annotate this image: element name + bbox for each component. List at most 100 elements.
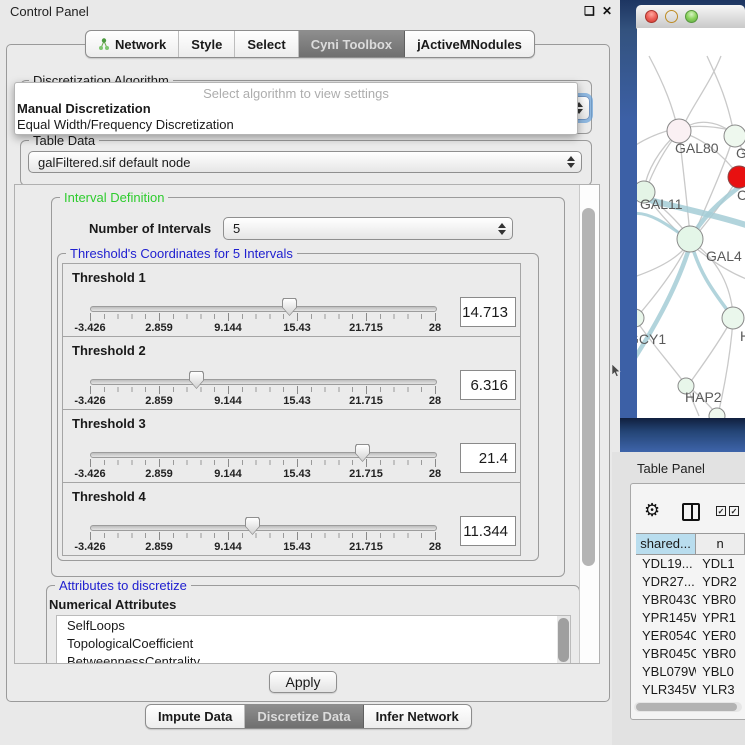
close-traffic-light-icon[interactable] — [645, 10, 658, 23]
network-icon — [98, 37, 110, 51]
close-icon[interactable]: ✕ — [602, 4, 612, 18]
top-tab-bar: Network StyleSelectCyni ToolboxjActiveMNo… — [85, 30, 535, 58]
tab-label: Network — [115, 37, 166, 52]
tab-style[interactable]: Style — [179, 31, 235, 57]
table-cell[interactable]: YER0 — [696, 627, 745, 645]
network-node[interactable] — [722, 307, 744, 329]
threshold-value-field[interactable]: 11.344 — [460, 516, 516, 546]
threshold-label: Threshold 2 — [72, 343, 146, 358]
popup-item-manual[interactable]: Manual Discretization — [17, 101, 151, 116]
attributes-title: Attributes to discretize — [55, 578, 191, 593]
network-node[interactable] — [709, 408, 725, 418]
network-node[interactable] — [728, 166, 745, 188]
table-row[interactable]: YDL19...YDL1 — [636, 555, 745, 573]
thresholds-title: Threshold's Coordinates for 5 Intervals — [66, 246, 297, 261]
table-row[interactable]: YLR345WYLR3 — [636, 681, 745, 699]
slider-track[interactable] — [90, 452, 437, 458]
table-cell[interactable]: YBR045C — [636, 645, 696, 663]
table-cell[interactable]: YDL19... — [636, 555, 696, 573]
table-cell[interactable]: YLR345W — [636, 681, 696, 699]
table-cell[interactable]: YDR2 — [696, 573, 745, 591]
network-node[interactable] — [637, 309, 644, 327]
scale-label: 28 — [429, 468, 441, 480]
slider-track[interactable] — [90, 306, 437, 312]
tab-cyni-toolbox[interactable]: Cyni Toolbox — [299, 31, 405, 57]
table-row[interactable]: YDR27...YDR2 — [636, 573, 745, 591]
minimize-traffic-light-icon[interactable] — [665, 10, 678, 23]
table-cell[interactable]: YBL0 — [696, 663, 745, 681]
gear-icon[interactable]: ⚙ — [644, 500, 660, 521]
list-scrollbar[interactable] — [557, 616, 570, 664]
list-item[interactable]: BetweennessCentrality — [57, 652, 570, 664]
table-cell[interactable]: YDL1 — [696, 555, 745, 573]
interval-definition-title: Interval Definition — [60, 190, 168, 205]
checkbox-icon[interactable]: ✓ — [729, 506, 739, 516]
apply-button[interactable]: Apply — [269, 671, 337, 693]
table-data-select[interactable]: galFiltered.sif default node — [28, 151, 582, 173]
table-row[interactable]: YPR145WYPR1 — [636, 609, 745, 627]
table-cell[interactable]: YBR0 — [696, 591, 745, 609]
major-tick — [435, 532, 436, 540]
checkbox-icon[interactable]: ✓ — [716, 506, 726, 516]
node-label: C — [737, 187, 745, 203]
network-node[interactable] — [724, 125, 745, 147]
tab-impute-data[interactable]: Impute Data — [146, 705, 245, 728]
table-cell[interactable]: YER054C — [636, 627, 696, 645]
network-window-titlebar[interactable] — [636, 5, 745, 29]
columns-icon[interactable] — [682, 503, 700, 521]
settings-scrollbar[interactable] — [579, 185, 599, 663]
table-cell[interactable]: YBL079W — [636, 663, 696, 681]
zoom-traffic-light-icon[interactable] — [685, 10, 698, 23]
table-cell[interactable]: YPR145W — [636, 609, 696, 627]
slider-ticks — [90, 387, 436, 392]
major-tick — [228, 386, 229, 394]
table-cell[interactable]: YBR0 — [696, 645, 745, 663]
slider-track[interactable] — [90, 379, 437, 385]
table-row[interactable]: YER054CYER0 — [636, 627, 745, 645]
list-item[interactable]: SelfLoops — [57, 616, 570, 634]
node-label: GAL4 — [706, 248, 742, 264]
mouse-cursor — [611, 364, 621, 378]
column-header[interactable]: n — [696, 534, 745, 554]
list-item[interactable]: TopologicalCoefficient — [57, 634, 570, 652]
threshold-value-field[interactable]: 21.4 — [460, 443, 516, 473]
threshold-box-3: Threshold 3-3.4262.8599.14415.4321.71528… — [62, 409, 521, 483]
threshold-value-field[interactable]: 6.316 — [460, 370, 516, 400]
node-table[interactable]: shared...nYDL19...YDL1YDR27...YDR2YBR043… — [636, 533, 745, 702]
slider-ticks — [90, 314, 436, 319]
float-window-icon[interactable]: ❑ — [584, 4, 595, 18]
intervals-spinner[interactable]: 5 — [223, 217, 513, 240]
table-row[interactable]: YBR043CYBR0 — [636, 591, 745, 609]
scrollbar-thumb[interactable] — [582, 208, 595, 566]
attributes-subtitle: Numerical Attributes — [49, 597, 176, 612]
table-row[interactable]: YBL079WYBL0 — [636, 663, 745, 681]
threshold-value-field[interactable]: 14.713 — [460, 297, 516, 327]
scale-label: 2.859 — [145, 468, 173, 480]
column-header[interactable]: shared... — [636, 534, 696, 554]
table-row[interactable]: YBR045CYBR0 — [636, 645, 745, 663]
table-cell[interactable]: YDR27... — [636, 573, 696, 591]
tab-label: Discretize Data — [257, 709, 350, 724]
tab-discretize-data[interactable]: Discretize Data — [245, 705, 363, 728]
table-hscrollbar[interactable] — [634, 702, 742, 712]
hscroll-thumb[interactable] — [636, 703, 737, 711]
node-label: GAL11 — [640, 196, 683, 212]
network-view[interactable]: GAL80GACGAL11GAL4GCY1HHAP2 — [637, 28, 745, 418]
scale-label: 9.144 — [214, 395, 242, 407]
tab-jactivemnodules[interactable]: jActiveMNodules — [405, 31, 534, 57]
slider-track[interactable] — [90, 525, 437, 531]
bottom-tab-bar: Impute Data Discretize Data Infer Network — [145, 704, 472, 729]
numerical-attributes-list[interactable]: SelfLoopsTopologicalCoefficientBetweenne… — [56, 615, 571, 664]
popup-item-equal-width[interactable]: Equal Width/Frequency Discretization — [17, 117, 234, 132]
tab-infer-network[interactable]: Infer Network — [364, 705, 471, 728]
tab-label: Impute Data — [158, 709, 232, 724]
network-node[interactable] — [677, 226, 703, 252]
major-tick — [228, 313, 229, 321]
scale-label: -3.426 — [74, 468, 105, 480]
tab-network[interactable]: Network — [86, 31, 179, 57]
table-cell[interactable]: YBR043C — [636, 591, 696, 609]
table-cell[interactable]: YPR1 — [696, 609, 745, 627]
network-edge — [707, 56, 734, 134]
table-cell[interactable]: YLR3 — [696, 681, 745, 699]
tab-select[interactable]: Select — [235, 31, 298, 57]
